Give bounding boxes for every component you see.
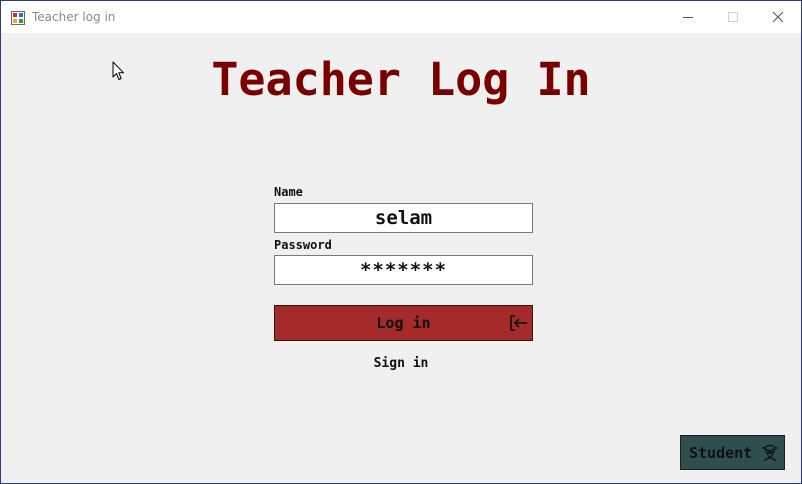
- maximize-button[interactable]: [710, 1, 755, 33]
- name-field[interactable]: selam: [274, 203, 533, 233]
- student-button[interactable]: Student: [680, 435, 785, 470]
- page-title: Teacher Log In: [211, 53, 591, 106]
- window-title: Teacher log in: [32, 10, 116, 24]
- app-form-icon: [11, 10, 25, 25]
- minimize-button[interactable]: [665, 1, 710, 33]
- login-button[interactable]: Log in: [274, 305, 533, 341]
- password-label: Password: [274, 238, 332, 252]
- sign-in-link[interactable]: Sign in: [301, 356, 501, 371]
- app-window: Teacher log in Teacher Log In Name selam…: [0, 0, 802, 484]
- student-button-label: Student: [689, 444, 753, 462]
- login-arrow-icon: [510, 315, 528, 335]
- password-field[interactable]: *******: [274, 255, 533, 285]
- student-graduate-icon: [761, 444, 779, 466]
- login-button-label: Log in: [376, 314, 431, 332]
- close-icon: [772, 11, 783, 23]
- close-button[interactable]: [755, 1, 800, 33]
- title-bar[interactable]: Teacher log in: [1, 1, 801, 33]
- maximize-icon: [727, 12, 738, 22]
- name-label: Name: [274, 185, 303, 199]
- minimize-icon: [682, 17, 693, 18]
